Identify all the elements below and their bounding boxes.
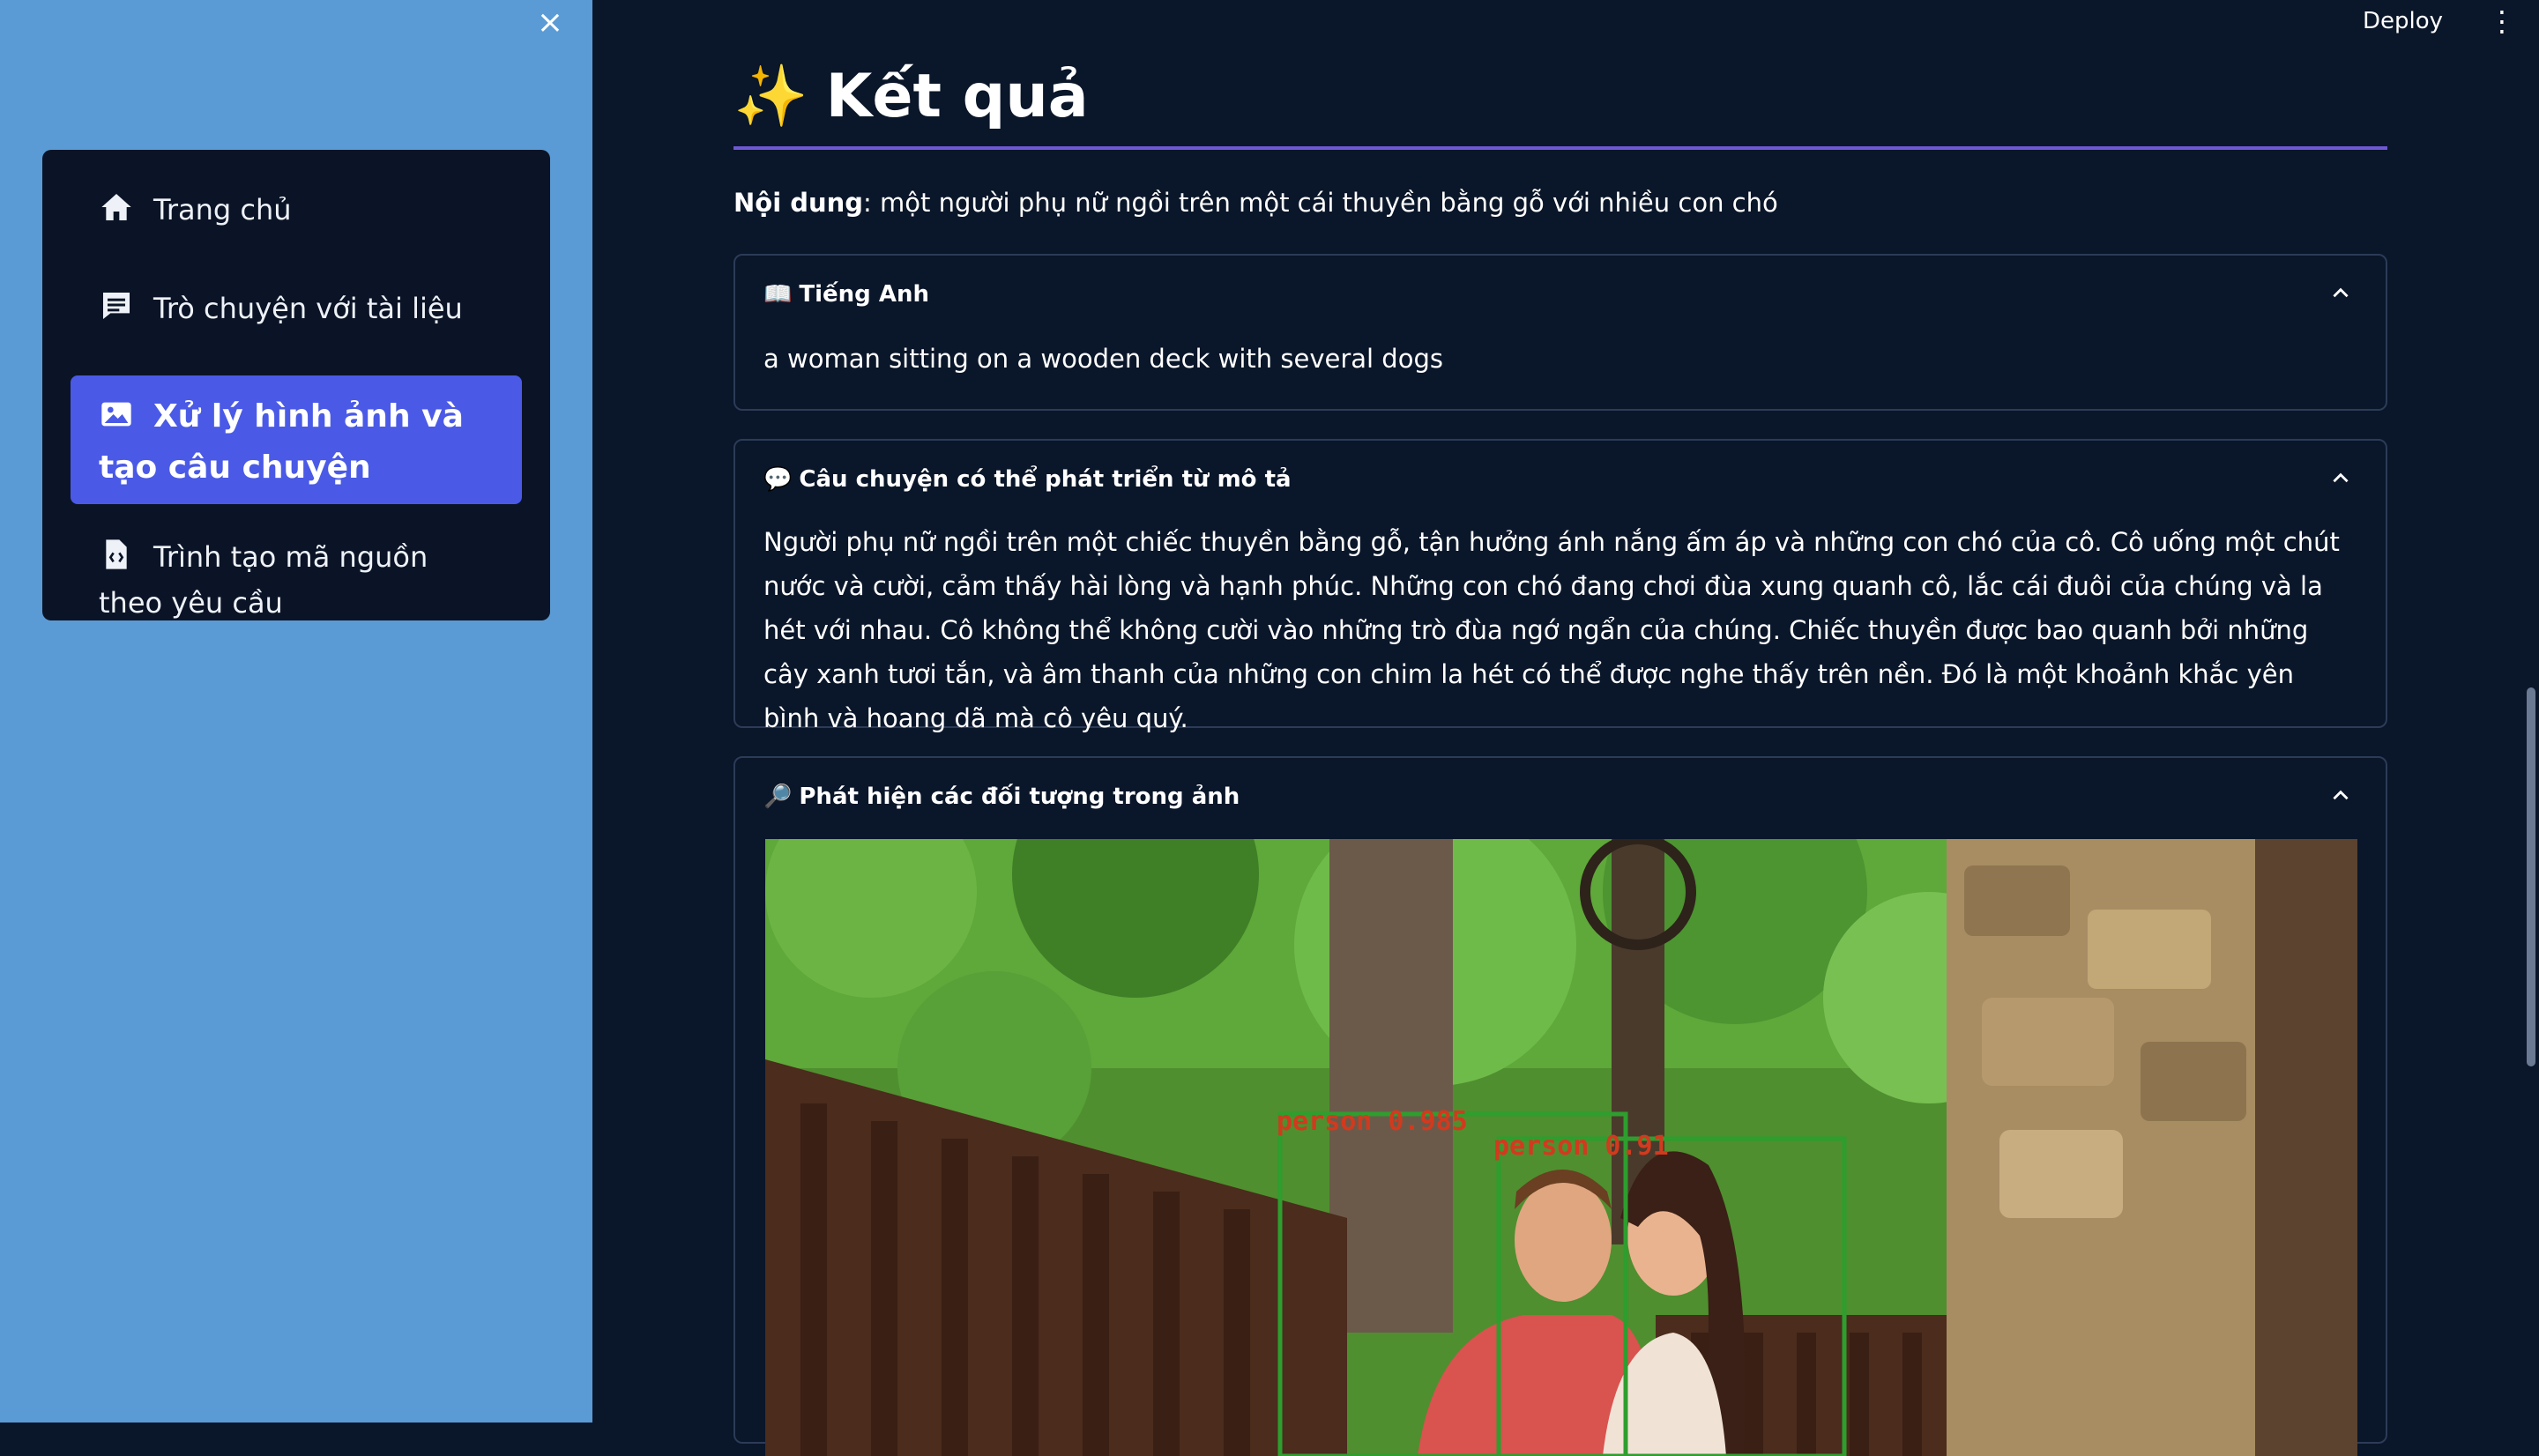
chevron-up-icon[interactable] — [2329, 784, 2352, 807]
expander-story: 💬 Câu chuyện có thể phát triển từ mô tả N… — [733, 439, 2387, 733]
expander-title: Phát hiện các đối tượng trong ảnh — [799, 784, 1240, 810]
nav-item-image-story[interactable]: Xử lý hình ảnh và tạo câu chuyện — [71, 375, 522, 504]
nav-item-label: Trình tạo mã nguồn theo yêu cầu — [99, 540, 428, 620]
page-title: ✨ Kết quả — [733, 51, 1089, 143]
expander-header[interactable]: 💬 Câu chuyện có thể phát triển từ mô tả — [735, 441, 2386, 518]
home-icon — [99, 189, 134, 225]
nav-item-chat-docs[interactable]: Trò chuyện với tài liệu — [71, 277, 522, 340]
magnifier-icon: 🔎 — [763, 784, 793, 810]
detection-image: person 0.985 person 0.91 — [765, 839, 2357, 1456]
content-summary: Nội dung: một người phụ nữ ngồi trên một… — [733, 182, 1778, 224]
sparkles-icon: ✨ — [733, 62, 808, 131]
nav-item-label: Xử lý hình ảnh và tạo câu chuyện — [99, 398, 464, 486]
content-separator: : — [863, 188, 872, 218]
expander-title: Tiếng Anh — [799, 281, 929, 308]
main-menu-icon[interactable]: ⋮ — [2488, 4, 2516, 39]
expander-object-detection: 🔎 Phát hiện các đối tượng trong ảnh pers… — [733, 756, 2387, 1456]
chat-icon — [99, 288, 134, 323]
detection-label: person 0.985 — [1277, 1106, 1468, 1137]
nav-item-home[interactable]: Trang chủ — [71, 178, 522, 241]
speech-bubble-icon: 💬 — [763, 466, 793, 493]
book-icon: 📖 — [763, 281, 793, 308]
expander-header[interactable]: 📖 Tiếng Anh — [735, 256, 2386, 333]
image-icon — [99, 397, 134, 432]
expander-body: Người phụ nữ ngồi trên một chiếc thuyền … — [763, 527, 2340, 733]
detection-label: person 0.91 — [1493, 1131, 1669, 1162]
close-sidebar-icon[interactable]: × — [532, 5, 568, 41]
expander-header[interactable]: 🔎 Phát hiện các đối tượng trong ảnh — [735, 758, 2386, 836]
page-title-text: Kết quả — [825, 62, 1089, 131]
chevron-up-icon[interactable] — [2329, 467, 2352, 490]
expander-body: a woman sitting on a wooden deck with se… — [763, 344, 1443, 374]
main-scrollbar[interactable] — [2527, 687, 2535, 1066]
nav-item-label: Trò chuyện với tài liệu — [153, 292, 463, 325]
sidebar: × Trang chủ Trò chuyện với tài liệu Xử l… — [0, 0, 592, 1423]
nav-menu: Trang chủ Trò chuyện với tài liệu Xử lý … — [42, 150, 550, 620]
nav-item-code-gen[interactable]: Trình tạo mã nguồn theo yêu cầu — [71, 525, 522, 635]
nav-item-label: Trang chủ — [153, 193, 292, 227]
expander-title: Câu chuyện có thể phát triển từ mô tả — [799, 466, 1292, 493]
chevron-up-icon[interactable] — [2329, 282, 2352, 305]
title-divider — [733, 146, 2387, 150]
content-text: một người phụ nữ ngồi trên một cái thuyề… — [871, 188, 1778, 218]
deploy-button[interactable]: Deploy — [2363, 4, 2443, 39]
expander-english: 📖 Tiếng Anh a woman sitting on a wooden d… — [733, 254, 2387, 411]
code-file-icon — [99, 537, 134, 572]
content-label: Nội dung — [733, 188, 864, 218]
